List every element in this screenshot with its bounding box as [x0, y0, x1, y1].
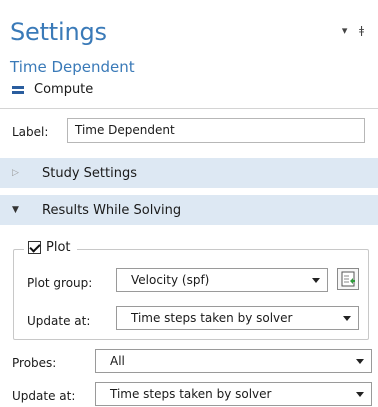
chevron-down-icon — [343, 316, 351, 321]
probes-label: Probes: — [12, 356, 57, 370]
expand-arrow-icon: ▷ — [12, 168, 19, 178]
plot-group-value: Velocity (spf) — [131, 273, 210, 287]
probes-value: All — [110, 354, 125, 368]
settings-title: Settings — [10, 18, 107, 46]
section-results-while-solving[interactable]: ▼ Results While Solving — [0, 195, 378, 225]
goto-source-icon — [341, 271, 355, 287]
plot-update-at-value: Time steps taken by solver — [131, 311, 293, 325]
window-controls[interactable]: ▾ ǂ — [342, 24, 368, 37]
compute-button[interactable]: Compute — [12, 82, 93, 97]
plot-checkbox-label: Plot — [46, 240, 71, 255]
plot-checkbox[interactable] — [28, 241, 41, 254]
probes-update-at-select[interactable]: Time steps taken by solver — [95, 382, 372, 406]
section-title: Results While Solving — [42, 202, 182, 218]
pin-icon[interactable]: ǂ — [359, 24, 368, 37]
node-subtitle: Time Dependent — [10, 58, 135, 76]
plot-update-at-select[interactable]: Time steps taken by solver — [116, 306, 359, 330]
compute-icon — [12, 83, 26, 97]
collapse-arrow-icon: ▼ — [12, 205, 19, 215]
header-divider — [0, 108, 378, 109]
plot-update-at-label: Update at: — [27, 314, 91, 328]
probes-update-at-label: Update at: — [12, 389, 76, 403]
plot-group-label: Plot group: — [27, 276, 93, 290]
chevron-down-icon — [356, 359, 364, 364]
plot-checkbox-row[interactable]: Plot — [24, 240, 77, 255]
probes-select[interactable]: All — [95, 349, 372, 373]
section-study-settings[interactable]: ▷ Study Settings — [0, 158, 378, 188]
label-input[interactable]: Time Dependent — [67, 118, 365, 143]
dropdown-menu-icon[interactable]: ▾ — [342, 24, 352, 37]
section-title: Study Settings — [42, 165, 137, 181]
plot-group-select[interactable]: Velocity (spf) — [116, 268, 328, 292]
probes-update-at-value: Time steps taken by solver — [110, 387, 272, 401]
chevron-down-icon — [356, 392, 364, 397]
chevron-down-icon — [312, 278, 320, 283]
goto-plot-group-button[interactable] — [337, 268, 359, 290]
compute-label: Compute — [34, 82, 94, 97]
label-field-label: Label: — [12, 125, 49, 139]
